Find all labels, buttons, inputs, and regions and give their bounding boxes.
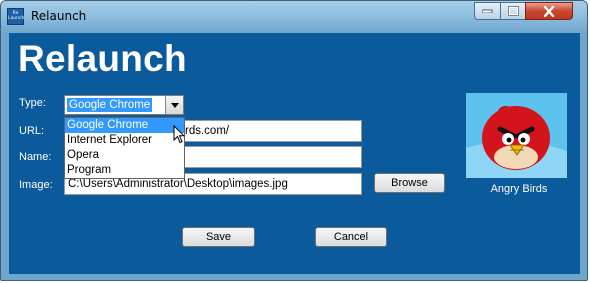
app-icon: Re Launch [7, 8, 24, 25]
app-window: Re Launch Relaunch Relaunch Type: Google… [0, 0, 588, 281]
close-button[interactable] [525, 2, 573, 20]
minimize-icon [482, 9, 493, 13]
type-option-internet-explorer[interactable]: Internet Explorer [65, 133, 184, 148]
url-label: URL: [19, 125, 45, 137]
type-select-value: Google Chrome [67, 98, 153, 112]
minimize-button[interactable] [474, 2, 501, 20]
preview-caption: Angry Birds [490, 183, 548, 195]
close-icon [543, 5, 555, 17]
page-title: Relaunch [18, 38, 187, 79]
type-dropdown-list: Google Chrome Internet Explorer Opera Pr… [64, 117, 185, 179]
cancel-button[interactable]: Cancel [315, 227, 387, 247]
type-option-google-chrome[interactable]: Google Chrome [65, 118, 184, 133]
chevron-down-icon [170, 102, 179, 108]
type-select[interactable]: Google Chrome [64, 95, 184, 115]
type-dropdown-button[interactable] [165, 96, 183, 114]
type-option-program[interactable]: Program [65, 163, 184, 178]
maximize-button[interactable] [500, 2, 526, 20]
title-bar[interactable]: Re Launch Relaunch [1, 1, 587, 33]
window-title: Relaunch [31, 9, 87, 23]
preview-image [466, 93, 567, 178]
type-label: Type: [19, 97, 46, 109]
angry-bird-icon [466, 93, 567, 178]
mouse-cursor-icon [173, 125, 185, 144]
browse-button[interactable]: Browse [374, 173, 445, 193]
maximize-icon [507, 6, 519, 16]
main-panel: Relaunch Type: Google Chrome URL: rds.co… [9, 33, 580, 274]
image-label: Image: [19, 179, 53, 191]
name-label: Name: [19, 151, 52, 163]
save-button[interactable]: Save [182, 227, 255, 247]
type-option-opera[interactable]: Opera [65, 148, 184, 163]
